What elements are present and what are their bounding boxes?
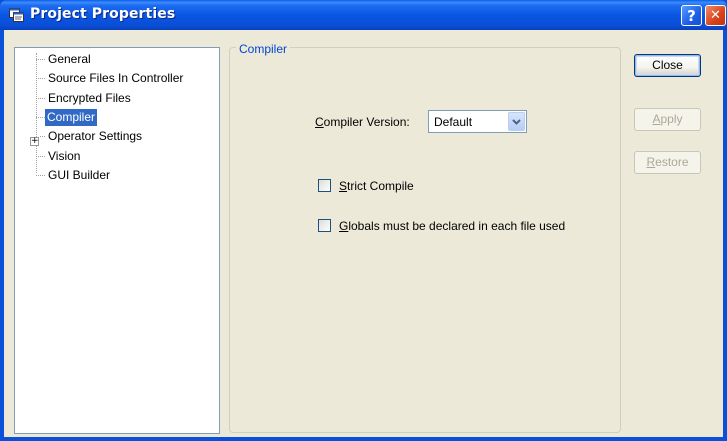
tree-item-operator-settings[interactable]: Operator Settings (46, 128, 144, 145)
title-bar[interactable]: Project Properties ? ✕ (0, 0, 727, 30)
button-text: estore (655, 155, 689, 169)
accel-key: S (339, 179, 348, 193)
tree-item-gui-builder[interactable]: GUI Builder (46, 167, 112, 184)
label-text: ompiler Version: (323, 115, 410, 129)
dropdown-button[interactable] (508, 112, 525, 131)
window-title: Project Properties (30, 6, 176, 22)
tree-item-general[interactable]: General (46, 51, 93, 68)
close-window-button[interactable]: ✕ (705, 5, 726, 26)
close-button[interactable]: Close (634, 54, 701, 77)
strict-compile-checkbox[interactable] (318, 179, 331, 192)
tree-item-vision[interactable]: Vision (46, 148, 82, 165)
accel-key: R (646, 155, 656, 169)
tree-connector (36, 117, 45, 118)
accel-key: G (339, 219, 349, 233)
selected-value: Default (434, 115, 473, 129)
compiler-version-select[interactable]: Default (428, 110, 527, 133)
accel-key: C (315, 115, 324, 129)
tree-item-compiler[interactable]: Compiler (45, 109, 98, 126)
tree-connector (36, 59, 45, 60)
help-icon: ? (687, 6, 696, 25)
compiler-version-label: Compiler Version: (315, 115, 410, 129)
tree-item-source-files[interactable]: Source Files In Controller (46, 70, 185, 87)
category-tree[interactable]: + General Source Files In Controller Enc… (14, 47, 220, 434)
compiler-groupbox (229, 47, 621, 433)
apply-button[interactable]: Apply (634, 108, 701, 131)
label-text: trict Compile (347, 179, 414, 193)
tree-connector (36, 98, 45, 99)
properties-icon (9, 8, 24, 22)
button-text: pply (660, 112, 683, 126)
project-properties-window: Project Properties ? ✕ + General Source … (0, 0, 727, 441)
globals-declared-checkbox[interactable] (318, 219, 331, 232)
help-button[interactable]: ? (681, 5, 702, 26)
close-icon: ✕ (710, 8, 721, 23)
tree-connector (36, 53, 37, 173)
label-text: lobals must be declared in each file use… (348, 219, 566, 233)
expand-icon[interactable]: + (30, 137, 39, 146)
strict-compile-label[interactable]: Strict Compile (339, 179, 414, 193)
tree-connector (36, 156, 45, 157)
tree-item-encrypted-files[interactable]: Encrypted Files (46, 90, 133, 107)
compiler-group-label: Compiler (236, 42, 291, 56)
tree-connector (36, 78, 45, 79)
accel-key: A (652, 112, 661, 126)
globals-declared-label[interactable]: Globals must be declared in each file us… (339, 219, 565, 233)
tree-connector (40, 136, 45, 137)
restore-button[interactable]: Restore (634, 151, 701, 174)
chevron-down-icon (512, 118, 521, 125)
tree-connector (36, 175, 45, 176)
dialog-body: + General Source Files In Controller Enc… (4, 30, 723, 437)
